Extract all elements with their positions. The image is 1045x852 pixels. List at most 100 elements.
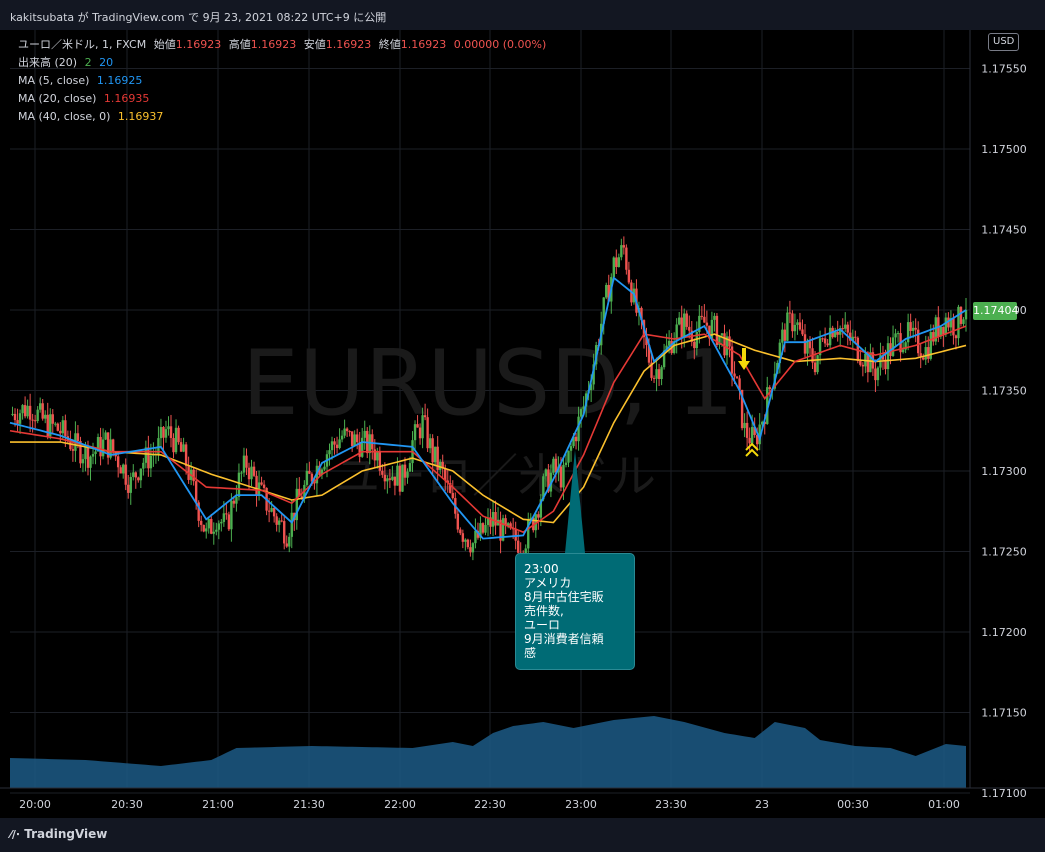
candle-body <box>909 322 912 331</box>
candle-body <box>335 444 339 449</box>
symbol-label[interactable]: ユーロ／米ドル, 1, FXCM <box>18 38 146 51</box>
candle-body <box>841 328 844 330</box>
candle-body <box>559 466 563 488</box>
candle-body <box>562 464 565 488</box>
ma20-row[interactable]: MA (20, close) 1.16935 <box>18 90 546 108</box>
candle-body <box>345 428 349 432</box>
candle-body <box>76 433 80 442</box>
candle-body <box>169 426 173 439</box>
candle-body <box>127 484 130 493</box>
candle-body <box>338 439 341 449</box>
candle-body <box>132 472 135 477</box>
candle-body <box>750 427 754 444</box>
candle-body <box>149 455 153 469</box>
candle-body <box>768 387 771 390</box>
candle-body <box>821 338 824 340</box>
candle-body <box>44 414 47 419</box>
open-value: 1.16923 <box>175 38 222 51</box>
candle-body <box>537 514 540 518</box>
candle-body <box>398 465 402 492</box>
candle-body <box>215 529 218 532</box>
volume-row[interactable]: 出来高 (20) 2 20 <box>18 54 546 72</box>
candle-body <box>255 475 258 495</box>
currency-badge[interactable]: USD <box>988 33 1020 51</box>
ma5-row[interactable]: MA (5, close) 1.16925 <box>18 72 546 90</box>
ma20-label: MA (20, close) <box>18 92 97 105</box>
candle-body <box>836 331 839 335</box>
candle-body <box>798 322 802 330</box>
ma40-row[interactable]: MA (40, close, 0) 1.16937 <box>18 108 546 126</box>
candle-body <box>172 438 175 453</box>
candle-body <box>38 403 42 410</box>
candle-body <box>51 414 54 424</box>
candle-body <box>134 472 137 478</box>
candle-body <box>64 420 67 437</box>
candle-body <box>876 367 880 381</box>
volume-area <box>10 716 966 788</box>
candle-body <box>340 435 344 440</box>
ma40-value: 1.16937 <box>117 110 164 123</box>
candle-body <box>361 437 364 457</box>
time-tick-label: 22:30 <box>474 798 506 811</box>
event-annotation[interactable]: 23:00 アメリカ 8月中古住宅販 売件数, ユーロ 9月消費者信頼 感 <box>515 553 635 670</box>
candle-body <box>403 464 407 478</box>
annotation-line: アメリカ <box>524 576 572 590</box>
close-value: 1.16923 <box>400 38 447 51</box>
time-tick-label: 22:00 <box>384 798 416 811</box>
candle-body <box>846 324 849 333</box>
candle-body <box>262 484 266 488</box>
candle-body <box>914 327 917 330</box>
candle-body <box>393 476 397 486</box>
candle-body <box>217 523 221 530</box>
candle-body <box>617 257 621 267</box>
candle-body <box>516 540 520 553</box>
candle-body <box>781 329 784 343</box>
candle-body <box>783 329 787 341</box>
volume-value-1: 2 <box>84 56 92 69</box>
tradingview-logo[interactable]: ⁄∕∙ TradingView <box>10 827 107 841</box>
time-tick-label: 21:30 <box>293 798 325 811</box>
candle-body <box>481 523 485 533</box>
candle-body <box>371 434 374 450</box>
candle-body <box>927 347 930 359</box>
candle-body <box>31 419 34 421</box>
time-tick-label: 23:30 <box>655 798 687 811</box>
candle-body <box>267 510 271 512</box>
candle-body <box>179 442 183 452</box>
candle-body <box>350 431 354 447</box>
candle-body <box>28 405 32 420</box>
candle-body <box>456 513 460 530</box>
time-tick-label: 20:30 <box>111 798 143 811</box>
candle-body <box>874 368 877 381</box>
down-arrow-icon <box>738 348 750 370</box>
price-tick-label: 1.17500 <box>981 143 1027 156</box>
candle-body <box>348 431 351 433</box>
low-label: 安値 <box>303 38 326 51</box>
double-chevron-up-icon <box>745 442 759 457</box>
candle-body <box>952 318 955 336</box>
footer-brand: TradingView <box>24 827 108 841</box>
candle-body <box>620 245 623 258</box>
candle-body <box>688 326 691 331</box>
candle-body <box>451 492 454 499</box>
candle-body <box>735 376 739 379</box>
candle-body <box>81 459 85 464</box>
candle-body <box>423 415 427 418</box>
open-label: 始値 <box>153 38 176 51</box>
candle-body <box>26 405 29 417</box>
candle-body <box>237 472 241 497</box>
price-chart[interactable]: EURUSD, 1 ユーロ／米ドル 1.176001.175501.175001… <box>0 30 1045 818</box>
candle-body <box>194 481 198 503</box>
candle-body <box>574 436 578 442</box>
candle-body <box>942 326 945 335</box>
candle-body <box>182 444 185 452</box>
annotation-line: 感 <box>524 646 537 660</box>
candle-body <box>660 367 663 380</box>
candle-body <box>655 369 658 379</box>
candle-body <box>396 465 399 486</box>
price-tick-label: 1.17250 <box>981 546 1027 559</box>
candle-body <box>184 444 188 467</box>
candle-body <box>813 362 817 373</box>
candle-body <box>111 439 115 453</box>
price-tick-label: 1.17550 <box>981 63 1027 76</box>
